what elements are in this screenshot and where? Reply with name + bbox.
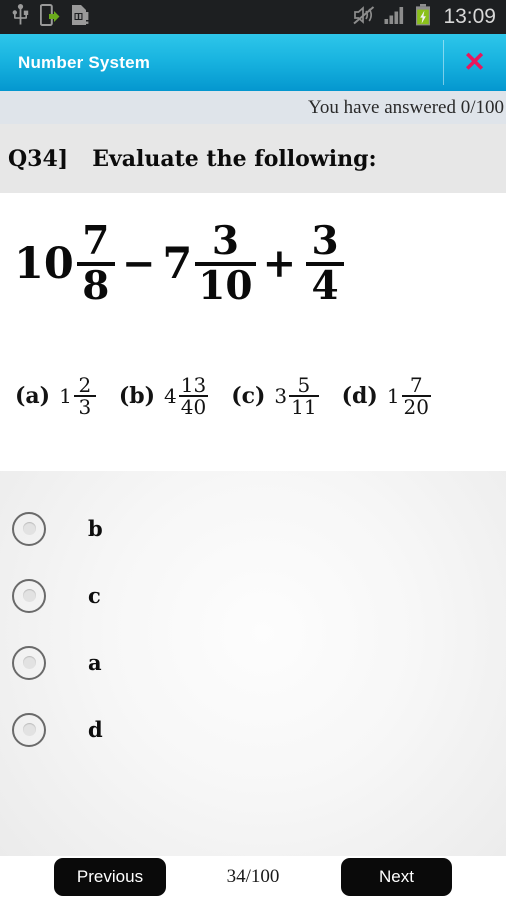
question-expression: 10 7 8 − 7 3 10 + 3 4 bbox=[14, 218, 345, 309]
answer-option-row-1[interactable]: b bbox=[0, 495, 506, 562]
radio-button-1[interactable] bbox=[12, 511, 46, 546]
sound-mute-icon bbox=[353, 5, 375, 30]
close-icon: ✕ bbox=[463, 47, 486, 77]
battery-charging-icon bbox=[415, 3, 431, 31]
choice-d-whole: 1 bbox=[386, 384, 400, 408]
status-bar-right-icons: 13:09 bbox=[353, 3, 496, 31]
choice-a: (a) 1 2 3 bbox=[15, 375, 96, 417]
radio-button-3[interactable] bbox=[12, 645, 46, 680]
choice-b: (b) 4 13 40 bbox=[118, 373, 209, 419]
status-bar-clock: 13:09 bbox=[443, 5, 496, 28]
choice-c-denominator: 11 bbox=[291, 395, 317, 419]
android-status-bar: 13:09 bbox=[0, 0, 506, 34]
bottom-nav-bar: 34/100 Previous Next bbox=[0, 856, 506, 900]
question-number: Q34] bbox=[8, 145, 69, 172]
answer-option-row-2[interactable]: c bbox=[0, 562, 506, 629]
choice-d-fraction: 7 20 bbox=[401, 373, 431, 419]
app-title-bar: Number System ✕ bbox=[0, 34, 506, 91]
choice-a-tag: (a) bbox=[15, 383, 51, 409]
choice-d-denominator: 20 bbox=[403, 395, 429, 419]
choice-c: (c) 3 5 11 bbox=[231, 373, 319, 419]
question-choices: (a) 1 2 3 (b) 4 13 40 (c) 3 5 11 (d) 1 7… bbox=[15, 375, 495, 417]
answer-label-1: b bbox=[88, 516, 103, 541]
choice-b-tag: (b) bbox=[118, 383, 156, 409]
phone-transfer-icon bbox=[39, 3, 60, 31]
choice-d-numerator: 7 bbox=[409, 373, 423, 397]
expr-term2-denominator: 10 bbox=[198, 263, 253, 309]
expr-term1-denominator: 8 bbox=[82, 263, 110, 309]
choice-b-numerator: 13 bbox=[180, 373, 207, 397]
signal-bars-icon bbox=[384, 5, 406, 30]
answer-label-2: c bbox=[88, 583, 101, 608]
choice-a-denominator: 3 bbox=[78, 395, 92, 419]
next-button[interactable]: Next bbox=[341, 858, 452, 896]
answered-count-text: You have answered 0/100 bbox=[308, 96, 504, 118]
app-screen: 13:09 Number System ✕ You have answered … bbox=[0, 0, 506, 900]
expr-term3-denominator: 4 bbox=[311, 263, 339, 309]
status-bar-left-icons bbox=[12, 3, 89, 31]
question-image-card: 10 7 8 − 7 3 10 + 3 4 (a) 1 2 3 (b) 4 13… bbox=[5, 193, 501, 471]
answer-option-row-4[interactable]: d bbox=[0, 696, 506, 763]
expr-term3-numerator: 3 bbox=[311, 218, 339, 264]
question-header: Q34] Evaluate the following: bbox=[0, 124, 506, 193]
close-button[interactable]: ✕ bbox=[443, 34, 506, 91]
radio-button-4[interactable] bbox=[12, 712, 46, 747]
choice-b-denominator: 40 bbox=[180, 395, 207, 419]
expr-operator-2: + bbox=[262, 240, 297, 287]
choice-c-fraction: 5 11 bbox=[289, 373, 319, 419]
question-prompt: Evaluate the following: bbox=[92, 145, 377, 172]
expr-term2-numerator: 3 bbox=[211, 218, 239, 264]
choice-b-fraction: 13 40 bbox=[178, 373, 209, 419]
answer-option-row-3[interactable]: a bbox=[0, 629, 506, 696]
choice-d: (d) 1 7 20 bbox=[342, 375, 431, 417]
sim-card-alert-icon bbox=[71, 4, 89, 31]
answer-label-3: a bbox=[88, 650, 102, 675]
usb-icon bbox=[12, 3, 29, 31]
app-title: Number System bbox=[18, 52, 151, 72]
radio-button-2[interactable] bbox=[12, 578, 46, 613]
expr-term2-whole: 7 bbox=[162, 238, 193, 289]
choice-c-numerator: 5 bbox=[297, 373, 311, 397]
choice-a-fraction: 2 3 bbox=[73, 373, 96, 419]
choice-a-numerator: 2 bbox=[78, 373, 92, 397]
expr-term2-fraction: 3 10 bbox=[195, 218, 256, 309]
expr-operator-1: − bbox=[121, 240, 156, 287]
answer-label-4: d bbox=[88, 717, 103, 742]
choice-b-whole: 4 bbox=[164, 384, 177, 408]
expr-term1-numerator: 7 bbox=[82, 218, 110, 264]
choice-a-whole: 1 bbox=[59, 384, 72, 408]
answered-status-bar: You have answered 0/100 bbox=[0, 91, 506, 124]
answer-options-list: b c a d bbox=[0, 471, 506, 856]
expr-term1-whole: 10 bbox=[14, 238, 74, 289]
choice-c-whole: 3 bbox=[274, 384, 288, 408]
choice-c-tag: (c) bbox=[231, 383, 266, 409]
expr-term1-fraction: 7 8 bbox=[76, 218, 115, 309]
choice-d-tag: (d) bbox=[341, 383, 378, 409]
previous-button[interactable]: Previous bbox=[54, 858, 166, 896]
expr-term3-fraction: 3 4 bbox=[306, 218, 345, 309]
